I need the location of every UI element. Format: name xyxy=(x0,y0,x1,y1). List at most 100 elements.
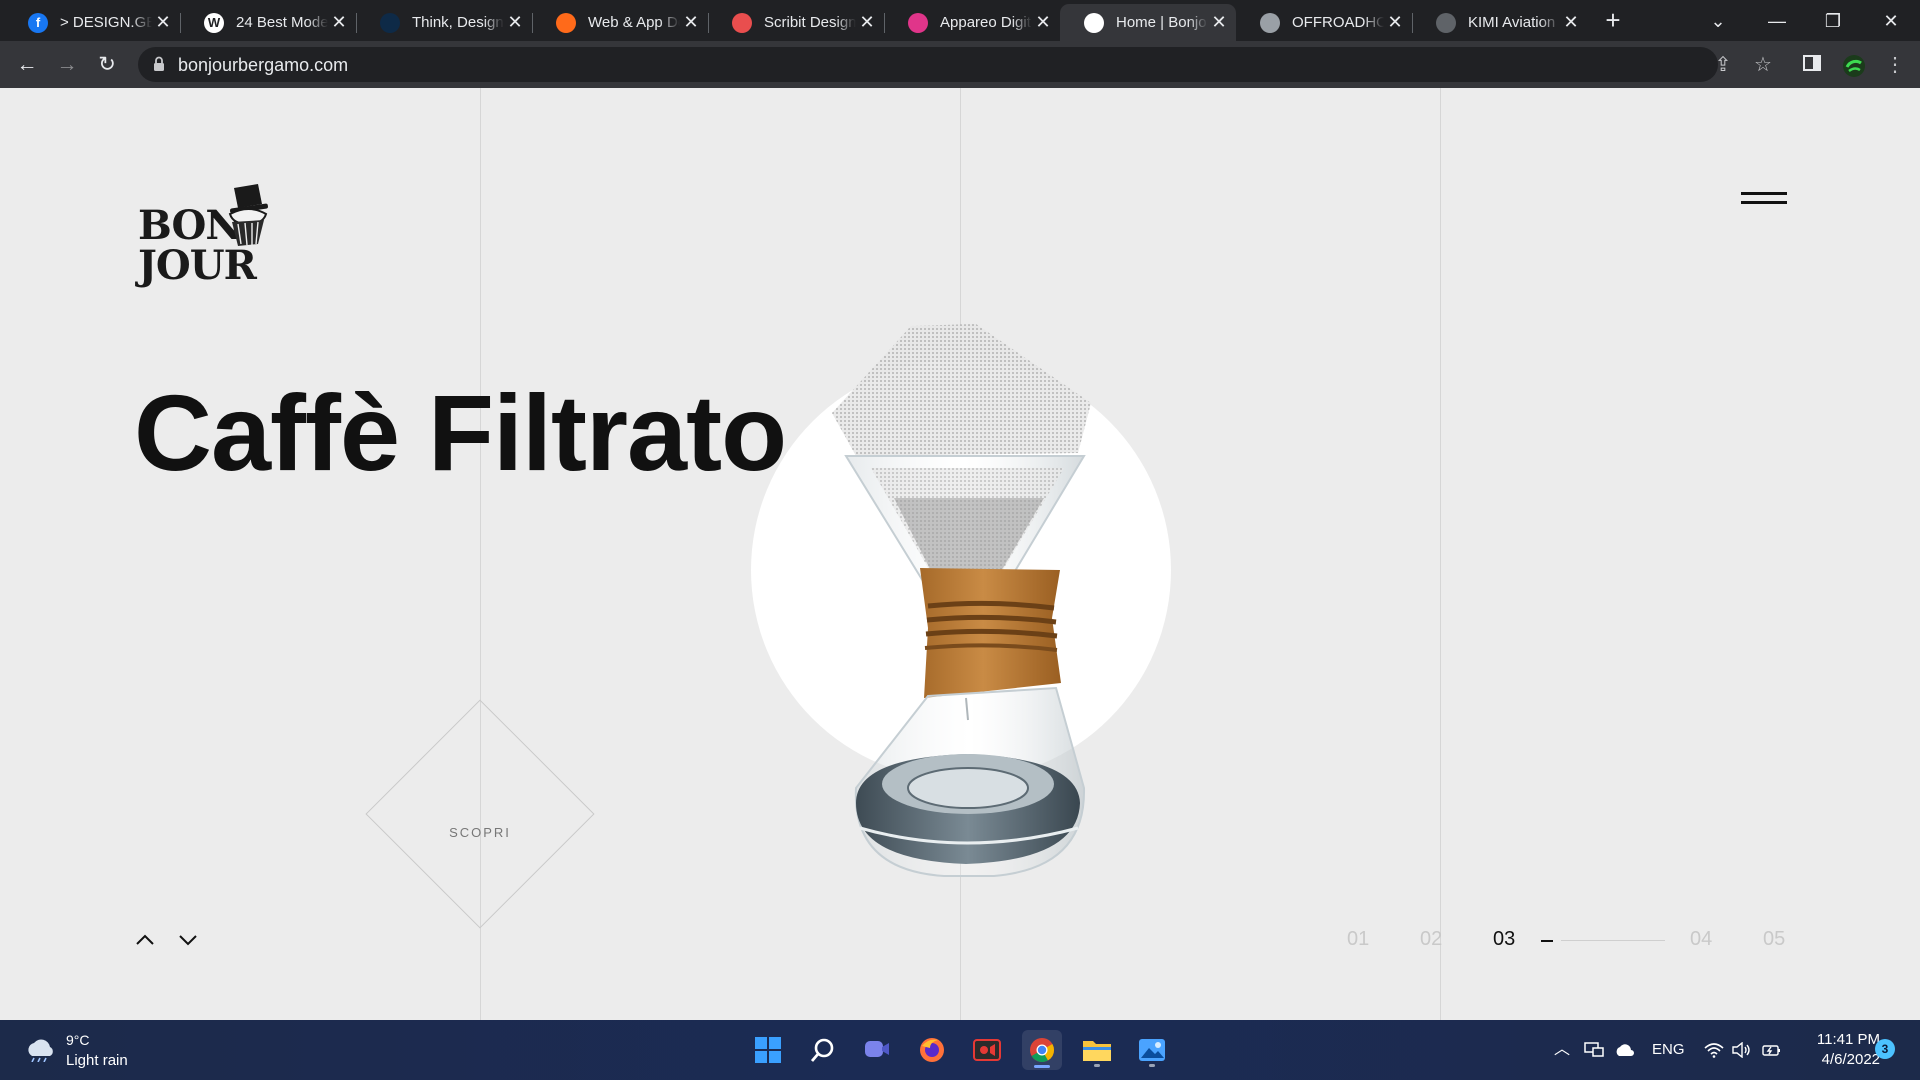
globe-icon xyxy=(1260,12,1280,33)
close-window-icon[interactable]: ✕ xyxy=(1876,6,1906,36)
screen-recorder-icon[interactable] xyxy=(967,1030,1007,1070)
cupcake-top-hat-icon xyxy=(228,184,268,246)
cloud-rain-icon[interactable] xyxy=(24,1036,56,1062)
minimize-icon[interactable]: — xyxy=(1762,6,1792,36)
tab-close-icon[interactable]: ✕ xyxy=(856,12,878,34)
tab-title: Home | Bonjour xyxy=(1116,14,1208,31)
chemex-coffee-maker-image xyxy=(832,324,1091,877)
tab-close-icon[interactable]: ✕ xyxy=(680,12,702,34)
side-panel-icon[interactable] xyxy=(1801,54,1823,76)
scopri-button-label[interactable]: SCOPRI xyxy=(430,825,530,840)
profile-avatar-icon[interactable] xyxy=(1842,54,1865,77)
kimi-icon xyxy=(1436,12,1456,33)
browser-tab[interactable]: Appareo Digit ✕ xyxy=(884,4,1060,41)
page-headline: Caffè Filtrato xyxy=(134,372,787,493)
pager-item-05[interactable]: 05 xyxy=(1763,928,1785,951)
tab-title: Scribit Design xyxy=(764,14,856,31)
battery-charging-icon[interactable] xyxy=(1762,1020,1782,1080)
more-menu-icon[interactable]: ⋮ xyxy=(1884,54,1906,76)
network-display-icon[interactable] xyxy=(1584,1020,1604,1080)
browser-tab[interactable]: Scribit Design ✕ xyxy=(708,4,884,41)
forward-arrow-icon[interactable]: → xyxy=(52,50,82,80)
open-app-indicator xyxy=(1149,1064,1155,1067)
tab-title: 24 Best Modern xyxy=(236,14,328,31)
browser-tab[interactable]: KIMI Aviation ✕ xyxy=(1412,4,1588,41)
browser-tab[interactable]: W 24 Best Modern✕ xyxy=(180,4,356,41)
new-tab-button[interactable]: + xyxy=(1600,7,1626,34)
teams-chat-icon[interactable] xyxy=(857,1030,897,1070)
notification-count-badge[interactable]: 3 xyxy=(1875,1039,1895,1059)
appareo-icon xyxy=(908,12,928,33)
photos-app-icon[interactable] xyxy=(1132,1030,1172,1070)
active-app-indicator xyxy=(1034,1065,1050,1068)
webflow-w-icon: W xyxy=(204,12,224,33)
tab-search-icon[interactable]: ⌄ xyxy=(1703,6,1733,36)
grid-line xyxy=(1440,88,1441,1020)
browser-tab[interactable]: Home | Bonjour✕ xyxy=(1060,4,1236,41)
chevron-down-icon[interactable] xyxy=(174,926,202,954)
hamburger-bar xyxy=(1741,192,1787,195)
tab-title: Appareo Digit xyxy=(940,14,1031,31)
hamburger-bar xyxy=(1741,201,1787,204)
system-clock[interactable]: 11:41 PM 4/6/2022 xyxy=(1800,1030,1880,1070)
tab-title: Think, Design, xyxy=(412,14,504,31)
pager-item-03[interactable]: 03 xyxy=(1493,928,1515,951)
think-icon xyxy=(380,12,400,33)
share-icon[interactable]: ⇪ xyxy=(1712,54,1734,76)
firefox-icon[interactable] xyxy=(912,1030,952,1070)
wifi-icon[interactable] xyxy=(1704,1020,1724,1080)
clock-date: 4/6/2022 xyxy=(1821,1051,1880,1068)
weather-condition[interactable]: Light rain xyxy=(66,1052,128,1069)
tab-close-icon[interactable]: ✕ xyxy=(1032,12,1054,34)
logo-line-jour: JOUR xyxy=(138,242,257,289)
tab-title: KIMI Aviation xyxy=(1468,14,1556,31)
peach-icon xyxy=(556,12,576,33)
bookmark-star-icon[interactable]: ☆ xyxy=(1752,54,1774,76)
browser-toolbar: ← → ↻ bonjourbergamo.com ⇪ ☆ ⋮ xyxy=(0,41,1920,88)
tab-title: > DESIGN.GE | xyxy=(60,14,152,31)
windows-taskbar: 9°C Light rain ︿ ENG 11:41 PM 4/6/2022 xyxy=(0,1020,1920,1080)
pager-item-04[interactable]: 04 xyxy=(1690,928,1712,951)
tab-close-icon[interactable]: ✕ xyxy=(1208,12,1230,34)
onedrive-cloud-icon[interactable] xyxy=(1614,1020,1636,1080)
file-explorer-icon[interactable] xyxy=(1077,1030,1117,1070)
browser-tab[interactable]: Think, Design, ✕ xyxy=(356,4,532,41)
search-icon[interactable] xyxy=(803,1030,843,1070)
scopri-diamond-button[interactable] xyxy=(365,699,595,929)
bonjour-favicon xyxy=(1084,12,1104,33)
bonjour-logo[interactable]: BON JOUR xyxy=(136,184,276,304)
input-language-indicator[interactable]: ENG xyxy=(1652,1020,1685,1080)
url-text: bonjourbergamo.com xyxy=(178,55,349,75)
pager-active-indicator xyxy=(1541,940,1553,942)
clock-time: 11:41 PM xyxy=(1816,1031,1880,1048)
tray-overflow-chevron-icon[interactable]: ︿ xyxy=(1554,1020,1570,1080)
scribit-icon xyxy=(732,12,752,33)
pager-progress-line xyxy=(1561,940,1665,941)
tab-close-icon[interactable]: ✕ xyxy=(1384,12,1406,34)
restore-icon[interactable]: ❐ xyxy=(1818,6,1848,36)
website-page: BON JOUR Caffè Filtrato SCOPRI 01 02 03 … xyxy=(0,88,1920,1020)
address-bar[interactable]: bonjourbergamo.com xyxy=(138,47,1718,82)
tab-close-icon[interactable]: ✕ xyxy=(504,12,526,34)
chrome-icon[interactable] xyxy=(1022,1030,1062,1070)
browser-tab[interactable]: Web & App Des✕ xyxy=(532,4,708,41)
tab-close-icon[interactable]: ✕ xyxy=(1560,12,1582,34)
windows-start-icon[interactable] xyxy=(748,1030,788,1070)
pager-item-01[interactable]: 01 xyxy=(1347,928,1369,951)
back-arrow-icon[interactable]: ← xyxy=(12,50,42,80)
browser-tab[interactable]: f > DESIGN.GE |✕ xyxy=(4,4,180,41)
chevron-up-icon[interactable] xyxy=(131,926,159,954)
browser-tab-bar: + ⌄ — ❐ ✕ f> DESIGN.GE |✕W24 Best Modern… xyxy=(0,0,1920,41)
facebook-icon: f xyxy=(28,12,48,33)
reload-icon[interactable]: ↻ xyxy=(92,50,122,80)
tab-close-icon[interactable]: ✕ xyxy=(328,12,350,34)
open-app-indicator xyxy=(1094,1064,1100,1067)
browser-tab[interactable]: OFFROADHOL✕ xyxy=(1236,4,1412,41)
volume-icon[interactable] xyxy=(1732,1020,1752,1080)
tab-title: Web & App Des xyxy=(588,14,680,31)
lock-icon xyxy=(154,56,164,71)
pager-item-02[interactable]: 02 xyxy=(1420,928,1442,951)
tab-close-icon[interactable]: ✕ xyxy=(152,12,174,34)
weather-temperature[interactable]: 9°C xyxy=(66,1032,90,1048)
hamburger-menu-icon[interactable] xyxy=(1741,192,1787,206)
